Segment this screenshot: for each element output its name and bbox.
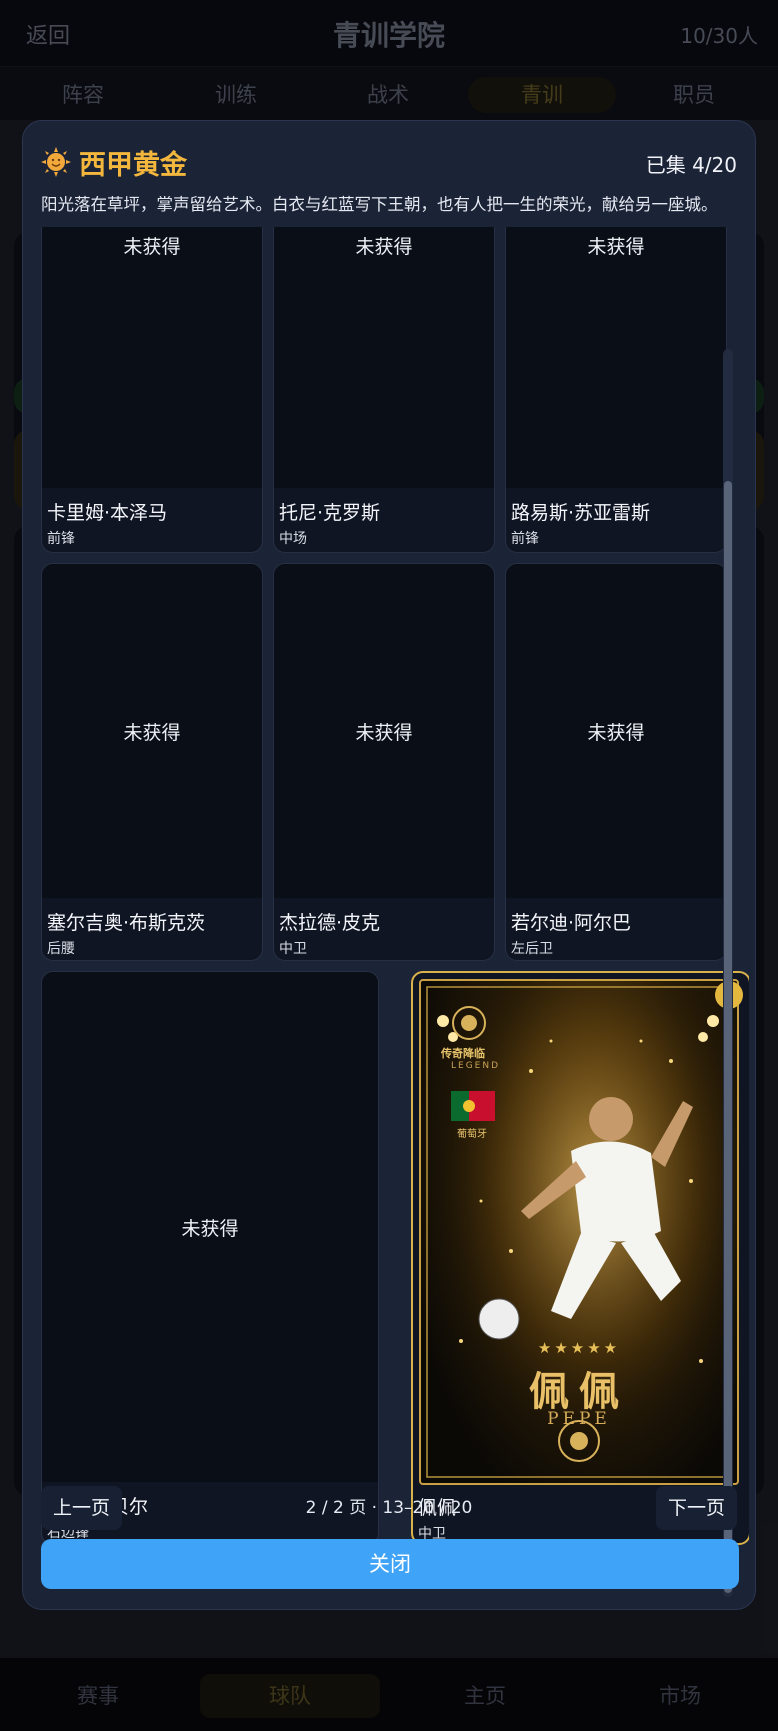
player-card[interactable]: 未获得 塞尔吉奥·布斯克茨 后腰: [41, 563, 263, 961]
modal-header: 西甲黄金 已集 4/20: [41, 143, 737, 187]
locked-label: 未获得: [587, 722, 645, 744]
pagination: 上一页 2 / 2 页 · 13–20 / 20 下一页: [41, 1486, 737, 1530]
card-slot-locked: [274, 227, 494, 488]
card-grid[interactable]: 未获得 卡里姆·本泽马 前锋 未获得 托尼·克罗斯 中场 未获得 路易斯·苏亚雷…: [41, 227, 749, 1591]
locked-label: 未获得: [123, 722, 181, 744]
player-name: 路易斯·苏亚雷斯: [511, 502, 651, 524]
locked-label: 未获得: [587, 236, 645, 258]
player-card[interactable]: 未获得 若尔迪·阿尔巴 左后卫: [505, 563, 727, 961]
player-name: 托尼·克罗斯: [279, 502, 381, 524]
close-button[interactable]: 关闭: [41, 1539, 739, 1589]
locked-label: 未获得: [123, 236, 181, 258]
player-card[interactable]: 未获得 加雷斯·贝尔 右边锋: [41, 971, 379, 1545]
player-position: 左后卫: [511, 941, 553, 957]
legend-stars: ★★★★★: [537, 1339, 621, 1357]
locked-label: 未获得: [181, 1218, 239, 1240]
legend-name-en: PEPE: [547, 1409, 611, 1429]
scrollbar-thumb[interactable]: [724, 481, 732, 1593]
card-slot-locked: [42, 227, 262, 488]
player-card[interactable]: 未获得 杰拉德·皮克 中卫: [273, 563, 495, 961]
player-position: 前锋: [47, 531, 75, 547]
legend-country: 葡萄牙: [457, 1129, 487, 1140]
player-position: 中场: [279, 531, 307, 547]
player-name: 若尔迪·阿尔巴: [511, 912, 632, 934]
card-slot-locked: [506, 227, 726, 488]
collection-modal: 西甲黄金 已集 4/20 阳光落在草坪，掌声留给艺术。白衣与红蓝写下王朝，也有人…: [22, 120, 756, 1610]
page-info: 2 / 2 页 · 13–20 / 20: [305, 1498, 473, 1518]
next-page-button[interactable]: 下一页: [655, 1486, 737, 1530]
player-position: 中卫: [279, 941, 307, 957]
legend-card-art: 传奇降临 LEGEND 葡萄牙 ★★★★★ 佩佩 PEPE: [419, 979, 739, 1485]
player-card[interactable]: 未获得 路易斯·苏亚雷斯 前锋: [505, 227, 727, 553]
set-title: 西甲黄金: [79, 150, 187, 181]
set-description: 阳光落在草坪，掌声留给艺术。白衣与红蓝写下王朝，也有人把一生的荣光，献给另一座城…: [41, 195, 718, 214]
legend-badge-text: 传奇降临: [441, 1047, 485, 1060]
player-name: 塞尔吉奥·布斯克茨: [47, 912, 206, 934]
player-position: 后腰: [47, 941, 75, 957]
player-card-owned[interactable]: 传奇降临 LEGEND 葡萄牙 ★★★★★ 佩佩 PEPE ✓ 佩佩 中卫: [411, 971, 749, 1545]
locked-label: 未获得: [355, 236, 413, 258]
sun-icon: [41, 147, 71, 177]
collected-count: 已集 4/20: [645, 153, 737, 177]
player-name: 卡里姆·本泽马: [47, 502, 168, 524]
player-card[interactable]: 未获得 卡里姆·本泽马 前锋: [41, 227, 263, 553]
player-position: 前锋: [511, 531, 539, 547]
legend-badge-sub: LEGEND: [451, 1061, 501, 1071]
scrollbar-track[interactable]: [723, 349, 733, 1597]
player-card[interactable]: 未获得 托尼·克罗斯 中场: [273, 227, 495, 553]
player-name: 杰拉德·皮克: [279, 912, 381, 934]
locked-label: 未获得: [355, 722, 413, 744]
